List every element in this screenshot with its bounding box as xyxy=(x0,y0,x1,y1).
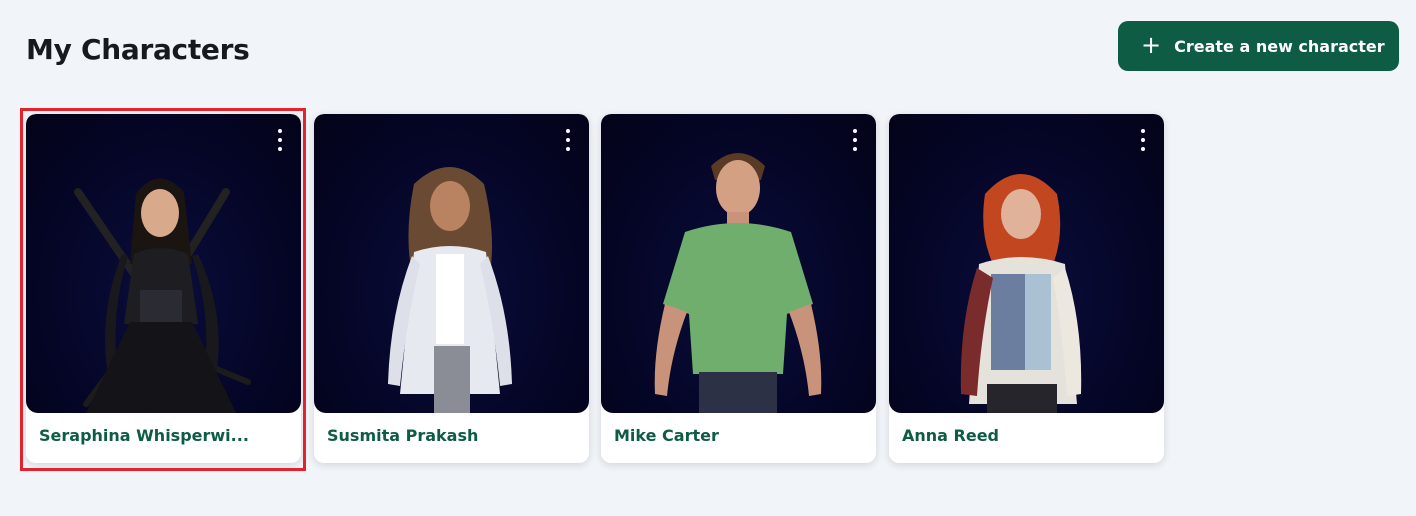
character-card-anna[interactable]: Anna Reed xyxy=(889,114,1164,463)
menu-dot xyxy=(853,147,857,151)
more-vertical-icon xyxy=(566,129,570,133)
more-vertical-icon xyxy=(1141,129,1145,133)
more-vertical-icon xyxy=(853,129,857,133)
character-card-seraphina[interactable]: Seraphina Whisperwi... xyxy=(26,114,301,463)
menu-dot xyxy=(278,147,282,151)
card-menu-button[interactable] xyxy=(559,127,577,153)
create-character-button[interactable]: + Create a new character xyxy=(1118,21,1399,71)
character-avatar-image xyxy=(388,167,512,413)
character-avatar-image xyxy=(74,178,251,413)
character-name: Anna Reed xyxy=(902,426,1000,445)
menu-dot xyxy=(1141,138,1145,142)
menu-dot xyxy=(278,138,282,142)
character-name: Susmita Prakash xyxy=(327,426,479,445)
character-thumbnail[interactable] xyxy=(601,114,876,413)
character-card-susmita[interactable]: Susmita Prakash xyxy=(314,114,589,463)
plus-icon: + xyxy=(1141,31,1162,59)
more-vertical-icon xyxy=(278,129,282,133)
character-avatar-image xyxy=(654,153,822,413)
card-menu-button[interactable] xyxy=(1134,127,1152,153)
card-menu-button[interactable] xyxy=(271,127,289,153)
menu-dot xyxy=(566,138,570,142)
menu-dot xyxy=(853,138,857,142)
character-name: Mike Carter xyxy=(614,426,719,445)
page-title: My Characters xyxy=(26,33,250,66)
character-thumbnail[interactable] xyxy=(26,114,301,413)
card-menu-button[interactable] xyxy=(846,127,864,153)
menu-dot xyxy=(1141,147,1145,151)
character-card-mike[interactable]: Mike Carter xyxy=(601,114,876,463)
menu-dot xyxy=(566,147,570,151)
character-thumbnail[interactable] xyxy=(889,114,1164,413)
character-name: Seraphina Whisperwi... xyxy=(39,426,249,445)
character-avatar-image xyxy=(960,174,1082,413)
create-character-label: Create a new character xyxy=(1174,36,1385,56)
character-thumbnail[interactable] xyxy=(314,114,589,413)
